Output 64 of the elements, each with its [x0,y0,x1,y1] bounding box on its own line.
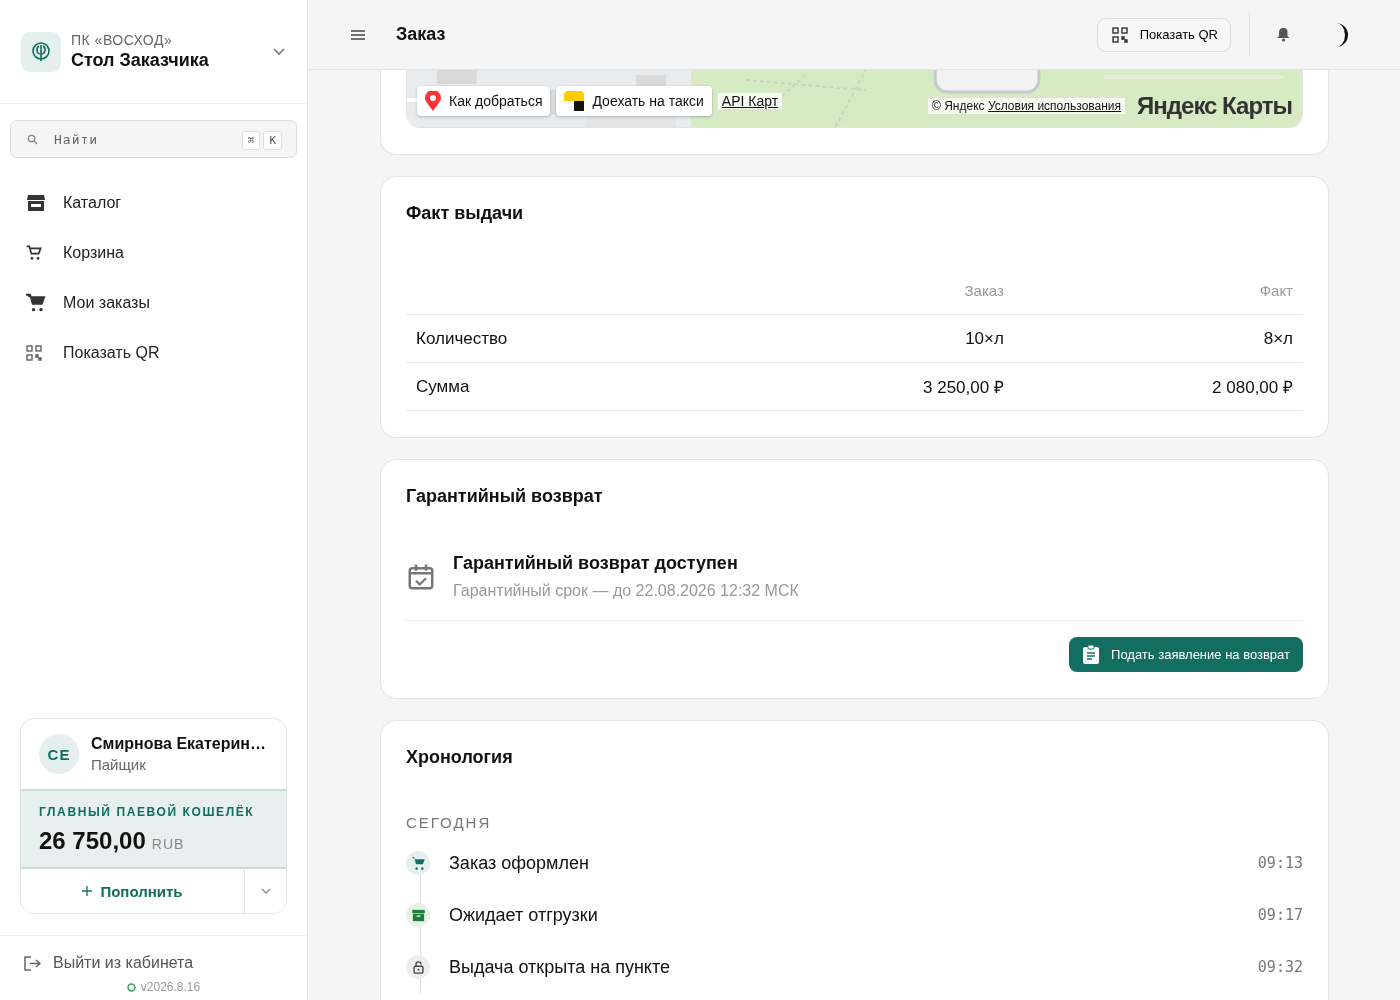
shortcut-key: K [263,131,282,150]
location-pin-icon [425,91,441,111]
logout-icon [24,955,41,971]
organization-name: ПК «ВОСХОД» [71,32,174,48]
map-copyright: © Яндекс Условия использования [928,98,1126,114]
logout-button[interactable]: Выйти из кабинета [24,954,283,972]
store-icon [26,194,46,212]
notification-icon[interactable] [1277,27,1290,42]
shortcut-key: ⌘ [241,131,261,150]
map-logo: Яндекс Карты [1137,92,1292,120]
table-cell: 2 080,00 ₽ [1013,362,1303,411]
search-icon [27,133,38,145]
plus-icon [82,886,93,896]
event-time: 09:32 [1257,958,1303,976]
avatar: СЕ [39,734,79,774]
date-group-label: СЕГОДНЯ [406,814,493,831]
chevron-down-icon [260,888,271,894]
nav-item[interactable]: Мои заказы [14,282,293,324]
terms-link[interactable]: Условия использования [987,99,1122,113]
user-role: Пайщик [91,756,147,773]
card-title: Гарантийный возврат [406,486,604,507]
table-cell: 10×л [724,314,1014,363]
nav-item[interactable]: Каталог [14,182,293,224]
table-cell: 3 250,00 ₽ [724,362,1014,411]
app-title: Стол Заказчика [71,50,210,71]
card-title: Хронология [406,747,514,768]
card-title: Факт выдачи [406,203,525,224]
user-name: Смирнова Екатерин… [91,735,266,753]
event-label: Выдача открыта на пункте [449,956,671,978]
table-cell: 8×л [1013,314,1303,363]
search-field[interactable]: Найти ⌘ K [10,120,297,158]
event-label: Ожидает отгрузки [449,904,599,926]
warranty-status: Гарантийный возврат доступен [453,553,739,574]
cart-icon [26,245,42,261]
clipboard-icon [1083,645,1100,664]
nav-item[interactable]: Корзина [14,232,293,274]
show-qr-button[interactable]: Показать QR [1096,17,1231,52]
warranty-term: Гарантийный срок — до 22.08.2026 12:32 МСК [453,582,799,600]
version-label: v2026.8.16 [140,980,201,994]
taxi-icon [564,91,585,111]
table-cell: Сумма [406,362,725,411]
page-title: Заказ [396,24,447,45]
chevron-down-icon[interactable] [273,47,285,56]
route-button[interactable]: Как добраться [417,86,551,116]
event-label: Заказ оформлен [449,852,590,874]
taxi-button[interactable]: Доехать на такси [556,86,712,116]
qr-icon [26,345,42,361]
table-cell: Количество [406,314,725,363]
api-link[interactable]: API Карт [717,93,783,109]
column-header: Факт [1013,282,1303,315]
qr-icon [1111,26,1128,43]
wallet-balance: 26 750,00 [39,827,146,855]
currency-label: RUB [151,836,185,852]
wallet-label: ГЛАВНЫЙ ПАЕВОЙ КОШЕЛЁК [39,805,256,819]
cart-icon [26,293,46,313]
event-time: 09:13 [1257,854,1303,872]
menu-icon[interactable] [350,28,366,41]
nav-item[interactable]: Показать QR [14,332,293,374]
event-time: 09:17 [1257,906,1303,924]
app-logo [21,31,61,72]
search-input[interactable]: Найти [52,130,225,148]
status-dot-icon [126,982,136,992]
column-header: Заказ [724,282,1014,315]
return-request-button[interactable]: Подать заявление на возврат [1069,637,1303,672]
